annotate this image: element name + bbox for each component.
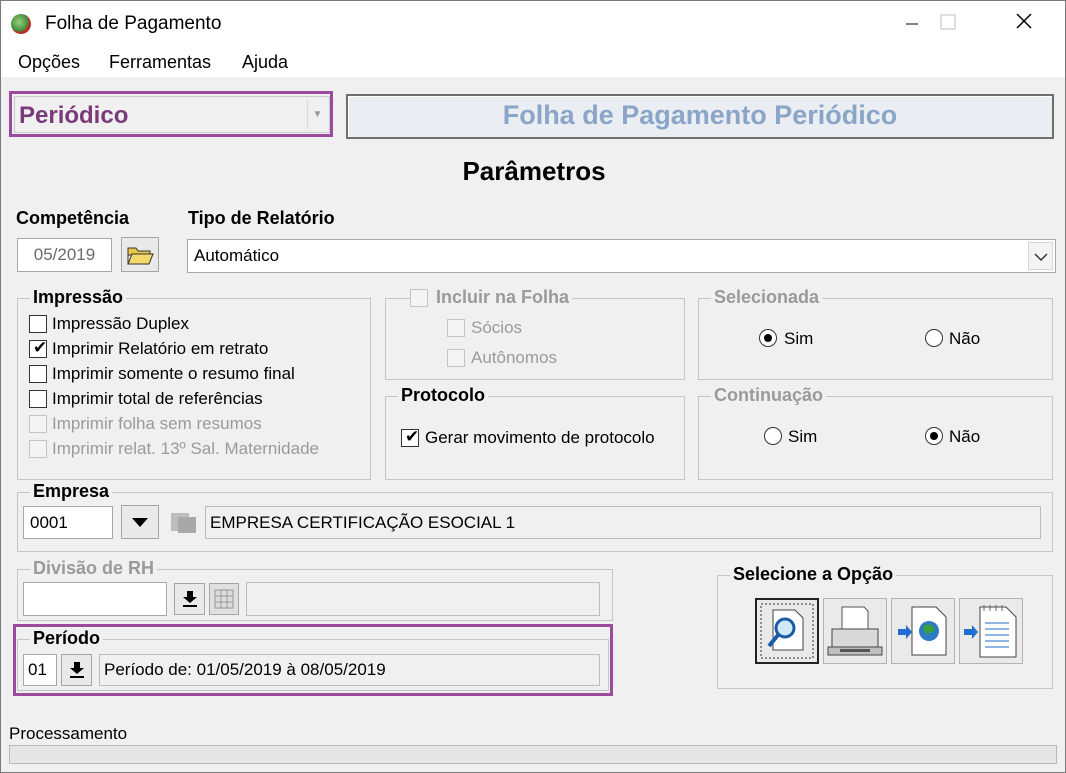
divisao-rh-name-field bbox=[246, 582, 600, 616]
close-icon bbox=[1016, 13, 1032, 29]
gerar-protocolo-checkbox[interactable]: ✔ bbox=[401, 427, 420, 447]
tipo-relatorio-label: Tipo de Relatório bbox=[188, 208, 335, 228]
periodo-download-button[interactable] bbox=[61, 654, 92, 686]
protocolo-legend: Protocolo bbox=[398, 385, 488, 406]
total-referencias-label: Imprimir total de referências bbox=[52, 389, 263, 408]
users-icon bbox=[171, 513, 196, 533]
title-bar: Folha de Pagamento bbox=[1, 1, 1065, 45]
chevron-down-icon[interactable]: ▼ bbox=[307, 100, 327, 129]
menu-opcoes[interactable]: Opções bbox=[18, 52, 80, 73]
open-folder-icon bbox=[127, 247, 154, 265]
impressao-legend: Impressão bbox=[30, 287, 127, 308]
printer-icon bbox=[827, 606, 883, 656]
divisao-rh-download-button[interactable] bbox=[174, 583, 205, 615]
chevron-down-icon bbox=[1033, 253, 1048, 262]
socios-label: Sócios bbox=[471, 318, 523, 337]
competencia-label: Competência bbox=[16, 208, 130, 228]
periodo-text-field: Período de: 01/05/2019 à 08/05/2019 bbox=[99, 654, 600, 686]
impressao-duplex-label: Impressão Duplex bbox=[52, 314, 190, 333]
tipo-relatorio-dropdown[interactable] bbox=[1028, 242, 1053, 270]
periodo-legend: Período bbox=[30, 628, 104, 649]
selecionada-sim-radio[interactable] bbox=[759, 329, 777, 347]
incluir-folha-checkbox bbox=[410, 289, 428, 307]
empresa-name-field: EMPRESA CERTIFICAÇÃO ESOCIAL 1 bbox=[205, 506, 1041, 539]
checkmark-icon: ✔ bbox=[405, 427, 420, 446]
socios-checkbox bbox=[447, 319, 465, 337]
total-referencias-checkbox[interactable] bbox=[29, 390, 47, 408]
window-title: Folha de Pagamento bbox=[45, 13, 222, 34]
divisao-rh-legend: Divisão de RH bbox=[30, 558, 158, 579]
export-web-button[interactable] bbox=[891, 598, 955, 664]
print-button[interactable] bbox=[823, 598, 887, 664]
selecionada-sim-label: Sim bbox=[784, 329, 814, 348]
empresa-legend: Empresa bbox=[30, 481, 113, 502]
empresa-code-input[interactable]: 0001 bbox=[23, 506, 113, 539]
export-file-icon bbox=[964, 605, 1017, 658]
maternidade-label: Imprimir relat. 13º Sal. Maternidade bbox=[52, 439, 319, 458]
empresa-dropdown-button[interactable] bbox=[121, 505, 159, 539]
processamento-label: Processamento bbox=[9, 724, 128, 743]
empresa-search-button[interactable] bbox=[167, 507, 199, 537]
minimize-icon bbox=[906, 23, 918, 25]
preview-button[interactable] bbox=[755, 598, 819, 664]
incluir-folha-legend: Incluir na Folha bbox=[410, 287, 573, 308]
retrato-checkbox[interactable]: ✔ bbox=[29, 338, 48, 358]
report-header: Folha de Pagamento Periódico bbox=[346, 94, 1054, 139]
menu-bar: Opções Ferramentas Ajuda bbox=[1, 45, 1065, 77]
folha-sem-resumos-checkbox bbox=[29, 415, 47, 433]
retrato-label: Imprimir Relatório em retrato bbox=[52, 339, 269, 358]
maximize-button[interactable] bbox=[925, 9, 971, 39]
selecionada-legend: Selecionada bbox=[711, 287, 823, 308]
close-button[interactable] bbox=[1001, 9, 1047, 39]
processamento-progress-bar bbox=[9, 745, 1057, 764]
download-arrow-icon bbox=[69, 662, 84, 678]
grid-icon bbox=[214, 589, 234, 609]
export-file-button[interactable] bbox=[959, 598, 1023, 664]
mode-combo-value: Periódico bbox=[19, 102, 129, 129]
download-arrow-icon bbox=[182, 591, 197, 607]
autonomos-checkbox bbox=[447, 349, 465, 367]
continuacao-legend: Continuação bbox=[711, 385, 827, 406]
competencia-input[interactable]: 05/2019 bbox=[17, 238, 112, 272]
continuacao-group: Continuação bbox=[698, 385, 1053, 480]
periodo-code-input[interactable]: 01 bbox=[23, 654, 57, 686]
mode-combo[interactable]: Periódico ▼ bbox=[14, 96, 330, 133]
divisao-rh-grid-button[interactable] bbox=[209, 583, 239, 615]
maternidade-checkbox bbox=[29, 440, 47, 458]
gerar-protocolo-label: Gerar movimento de protocolo bbox=[425, 428, 655, 447]
continuacao-sim-radio[interactable] bbox=[764, 427, 782, 445]
tipo-relatorio-select[interactable]: Automático bbox=[187, 239, 1056, 273]
menu-ferramentas[interactable]: Ferramentas bbox=[109, 52, 211, 73]
app-window: Folha de Pagamento Opções Ferramentas Aj… bbox=[0, 0, 1066, 773]
impressao-duplex-checkbox[interactable] bbox=[29, 315, 47, 333]
selecione-opcao-legend: Selecione a Opção bbox=[730, 564, 897, 585]
menu-ajuda[interactable]: Ajuda bbox=[242, 52, 288, 73]
selecionada-nao-radio[interactable] bbox=[925, 329, 943, 347]
continuacao-nao-radio[interactable] bbox=[925, 427, 943, 445]
checkmark-icon: ✔ bbox=[33, 338, 48, 357]
autonomos-label: Autônomos bbox=[471, 348, 557, 367]
selecionada-nao-label: Não bbox=[949, 329, 981, 348]
open-folder-button[interactable] bbox=[121, 237, 159, 272]
resumo-final-label: Imprimir somente o resumo final bbox=[52, 364, 295, 383]
section-title: Parâmetros bbox=[462, 156, 606, 186]
selecionada-group: Selecionada bbox=[698, 287, 1053, 380]
folha-sem-resumos-label: Imprimir folha sem resumos bbox=[52, 414, 262, 433]
export-web-icon bbox=[898, 606, 947, 656]
resumo-final-checkbox[interactable] bbox=[29, 365, 47, 383]
triangle-down-icon bbox=[132, 518, 148, 527]
maximize-icon bbox=[940, 14, 956, 30]
continuacao-sim-label: Sim bbox=[788, 427, 818, 446]
preview-icon bbox=[760, 603, 814, 659]
continuacao-nao-label: Não bbox=[949, 427, 981, 446]
divisao-rh-input[interactable] bbox=[23, 582, 167, 616]
app-logo-icon bbox=[11, 14, 31, 34]
